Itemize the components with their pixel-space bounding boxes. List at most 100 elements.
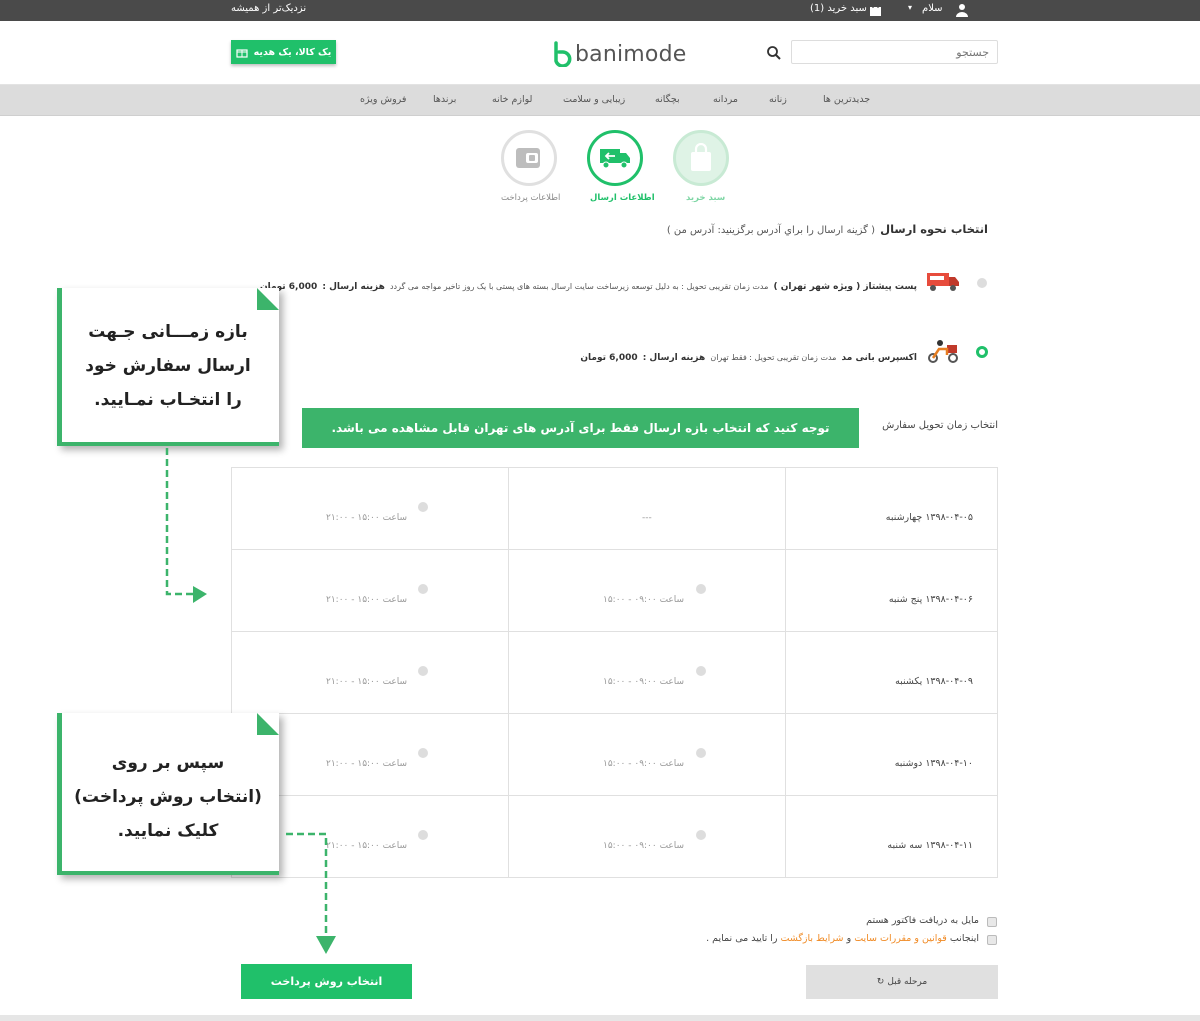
shipping-option-express-desc: مدت زمان تقریبی تحویل : فقط تهران [710,353,837,362]
slot-time: ساعت ۱۵:۰۰ - ۲۱:۰۰ [326,677,408,687]
slot-time: ساعت ۰۹:۰۰ - ۱۵:۰۰ [603,841,685,851]
nav-item-women[interactable]: زنانه [769,94,787,105]
shipping-option-express-radio[interactable] [976,346,988,358]
terms-checkbox[interactable] [987,935,997,945]
delivery-time-label: انتخاب زمان تحویل سفارش [882,420,998,431]
slot-time: ساعت ۱۵:۰۰ - ۲۱:۰۰ [326,595,408,605]
slot-time: ساعت ۱۵:۰۰ - ۲۱:۰۰ [326,513,408,523]
nav-item-beauty[interactable]: زیبایی و سلامت [563,94,625,105]
slot-date-cell: ۱۳۹۸-۰۴-۱۰ دوشنبه [786,714,997,796]
nav-item-home[interactable]: لوازم خانه [492,94,532,105]
shipping-option-express-cost: 6,000 تومان [580,353,638,363]
wallet-icon [516,148,540,168]
main-nav: جدیدترین ها زنانه مردانه بچگانه زیبایی و… [0,85,1200,116]
previous-step-label: مرحله قبل [887,977,928,987]
step-payment[interactable] [501,130,557,186]
terms-link-rules[interactable]: قوانین و مقررات سایت [854,933,947,944]
slot-time: ساعت ۰۹:۰۰ - ۱۵:۰۰ [603,677,685,687]
gift-offer-button[interactable]: یک کالا، یک هدیه [231,40,336,64]
invoice-label: مایل به دریافت فاکتور هستم [866,915,979,926]
terms-label: اینجانب قوانین و مقررات سایت و شرایط باز… [706,933,979,944]
shipping-option-post-radio[interactable] [977,278,987,288]
terms-link-return-policy[interactable]: شرایط بازگشت [781,933,844,944]
shipping-option-express[interactable]: اکسپرس بانی مد مدت زمان تقریبی تحویل : ف… [580,345,917,364]
logo-mark-icon [554,41,572,67]
slot-time: ساعت ۰۹:۰۰ - ۱۵:۰۰ [603,595,685,605]
slot-date-cell: ۱۳۹۸-۰۴-۰۵ چهارشنبه [786,468,997,550]
callout-line: را انتخـاب نمـایید. [94,390,242,410]
invoice-checkbox[interactable] [987,917,997,927]
slot-radio[interactable] [696,584,706,594]
callout-line: کلیک نمایید. [117,821,219,841]
step-shipping-label: اطلاعات ارسال [590,193,655,203]
slot-radio[interactable] [418,748,428,758]
instruction-callout-select-slot: بازه زمـــانی جـهت ارسال سفارش خود را ان… [57,288,279,446]
shipping-option-post-desc: مدت زمان تقریبی تحویل : به دلیل توسعه زی… [389,282,769,291]
slot-cell-evening[interactable]: ساعت ۱۵:۰۰ - ۲۱:۰۰ [232,550,508,632]
slot-radio[interactable] [418,502,428,512]
callout-line: ارسال سفارش خود [85,356,251,376]
shipping-option-post-cost-label: هزینه ارسال : [322,282,385,292]
shipping-heading-title: انتخاب نحوه ارسال [880,222,988,236]
slot-cell-evening[interactable]: ساعت ۱۵:۰۰ - ۲۱:۰۰ [232,468,508,550]
shipping-option-express-name: اکسپرس بانی مد [841,353,917,363]
slot-cell-morning[interactable]: ساعت ۰۹:۰۰ - ۱۵:۰۰ [509,632,785,714]
slot-radio[interactable] [418,584,428,594]
slot-radio[interactable] [696,748,706,758]
slot-date: ۱۳۹۸-۰۴-۰۹ یکشنبه [895,676,973,687]
slot-date-cell: ۱۳۹۸-۰۴-۰۹ یکشنبه [786,632,997,714]
shipping-heading-sub: ( گزینه ارسال را براي آدرس برگزينيد: آدر… [666,225,875,236]
callout-line: (انتخاب روش پرداخت) [74,787,262,807]
shipping-heading: انتخاب نحوه ارسال ( گزینه ارسال را براي … [667,218,988,237]
previous-step-button[interactable]: مرحله قبل ↻ [806,965,998,999]
slot-cell-morning[interactable]: ساعت ۰۹:۰۰ - ۱۵:۰۰ [509,796,785,878]
slot-date: ۱۳۹۸-۰۴-۱۰ دوشنبه [894,758,973,769]
search-input[interactable] [791,40,998,64]
delivery-truck-icon [600,149,630,169]
slot-unavailable: --- [642,513,652,523]
refresh-icon: ↻ [876,977,885,987]
slot-cell-morning[interactable]: ساعت ۰۹:۰۰ - ۱۵:۰۰ [509,550,785,632]
slot-cell-morning[interactable]: ساعت ۰۹:۰۰ - ۱۵:۰۰ [509,714,785,796]
callout-arrow-to-table [165,448,207,603]
nav-item-newest[interactable]: جدیدترین ها [823,94,870,105]
callout-arrow-to-pay-button [286,832,336,954]
nav-item-men[interactable]: مردانه [713,94,738,105]
slot-radio[interactable] [418,830,428,840]
slot-time: ساعت ۰۹:۰۰ - ۱۵:۰۰ [603,759,685,769]
shopping-bag-icon[interactable] [869,3,882,17]
callout-line: بازه زمـــانی جـهت [88,322,248,342]
instruction-callout-payment: سپس بر روی (انتخاب روش پرداخت) کلیک نمای… [57,713,279,875]
user-icon[interactable] [955,3,969,17]
scooter-courier-icon [928,340,958,363]
shipping-option-post[interactable]: پست پیشتاز ( ویژه شهر تهران ) مدت زمان ت… [260,274,917,293]
slot-date: ۱۳۹۸-۰۴-۰۵ چهارشنبه [885,512,973,523]
nav-item-brands[interactable]: برندها [433,94,456,105]
footer-edge [0,1015,1200,1021]
gift-offer-label: یک کالا، یک هدیه [253,46,332,58]
top-bar: نزدیک‌تر از همیشه سبد خرید (1) ▾ سلام [0,0,1200,21]
nav-item-kids[interactable]: بچگانه [655,94,680,105]
step-shipping[interactable] [587,130,643,186]
select-payment-method-button[interactable]: انتخاب روش پرداخت [241,964,412,999]
slot-cell-evening[interactable]: ساعت ۱۵:۰۰ - ۲۱:۰۰ [232,632,508,714]
user-menu-chevron-icon[interactable]: ▾ [908,3,912,12]
slot-radio[interactable] [696,830,706,840]
post-truck-icon [927,273,959,291]
slot-cell-morning: --- [509,468,785,550]
slot-radio[interactable] [696,666,706,676]
shopping-bag-icon [691,143,711,171]
step-cart[interactable] [673,130,729,186]
slot-date: ۱۳۹۸-۰۴-۰۶ پنج شنبه [888,594,973,605]
cart-link[interactable]: سبد خرید (1) [810,3,867,14]
slogan: نزدیک‌تر از همیشه [231,3,307,14]
terms-prefix: اینجانب [949,933,979,944]
user-greeting[interactable]: سلام [922,3,943,14]
nav-item-sale[interactable]: فروش ویژه [360,94,406,105]
slot-date: ۱۳۹۸-۰۴-۱۱ سه شنبه [887,840,973,851]
gift-icon [236,49,248,58]
slot-date-cell: ۱۳۹۸-۰۴-۱۱ سه شنبه [786,796,997,878]
search-icon[interactable] [766,45,782,61]
logo[interactable]: banimode [553,37,687,71]
slot-radio[interactable] [418,666,428,676]
